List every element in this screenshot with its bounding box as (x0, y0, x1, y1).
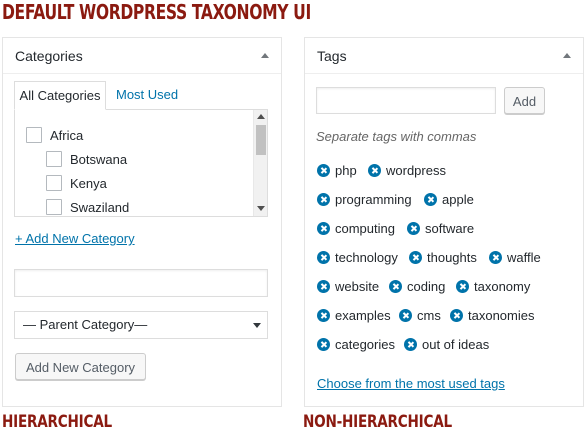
scroll-up-icon[interactable] (257, 114, 265, 119)
categories-panel-title: Categories (15, 48, 83, 64)
page-headline: DEFAULT WORDPRESS TAXONOMY UI (2, 0, 311, 24)
remove-tag-icon[interactable] (389, 280, 402, 293)
category-label: Africa (50, 128, 84, 143)
tag-label: apple (442, 192, 474, 207)
remove-tag-icon[interactable] (404, 338, 417, 351)
remove-tag-icon[interactable] (368, 164, 381, 177)
remove-tag-icon[interactable] (399, 309, 412, 322)
category-checklist: Africa Botswana Kenya Swaziland (14, 109, 268, 217)
parent-category-select[interactable]: — Parent Category— (14, 311, 268, 339)
choose-most-used-tags-link[interactable]: Choose from the most used tags (317, 376, 505, 391)
remove-tag-icon[interactable] (317, 164, 330, 177)
category-checkbox[interactable] (26, 127, 42, 143)
tags-panel-header[interactable]: Tags (305, 38, 583, 74)
add-new-category-button[interactable]: Add New Category (15, 353, 146, 380)
category-checkbox[interactable] (46, 151, 62, 167)
remove-tag-icon[interactable] (456, 280, 469, 293)
categories-panel-header[interactable]: Categories (3, 38, 281, 74)
collapse-toggle-icon[interactable] (563, 53, 571, 58)
remove-tag-icon[interactable] (317, 338, 330, 351)
hierarchical-caption: HIERARCHICAL (2, 412, 112, 432)
tag-hint-text: Separate tags with commas (316, 129, 477, 144)
category-checkbox[interactable] (46, 199, 62, 215)
tag-input[interactable] (316, 87, 496, 114)
add-new-category-link[interactable]: + Add New Category (15, 231, 135, 246)
remove-tag-icon[interactable] (317, 280, 330, 293)
tag-label: software (425, 221, 475, 236)
tag-label: technology (335, 250, 398, 265)
tag-label: website (335, 279, 380, 294)
tag-label: out of ideas (422, 337, 490, 352)
tab-all-categories[interactable]: All Categories (14, 81, 106, 110)
tag-label: cms (417, 308, 441, 323)
category-checkbox[interactable] (46, 175, 62, 191)
add-tag-button[interactable]: Add (504, 87, 545, 114)
remove-tag-icon[interactable] (317, 193, 330, 206)
category-label: Kenya (70, 176, 107, 191)
tag-label: taxonomy (474, 279, 531, 294)
remove-tag-icon[interactable] (317, 251, 330, 264)
tab-most-used[interactable]: Most Used (116, 81, 178, 110)
tag-label: wordpress (386, 163, 446, 178)
category-label: Botswana (70, 152, 128, 167)
tag-label: categories (335, 337, 395, 352)
remove-tag-icon[interactable] (407, 222, 420, 235)
category-label: Swaziland (70, 200, 130, 215)
parent-category-selected: — Parent Category— (23, 317, 148, 332)
scrollbar-thumb[interactable] (256, 125, 266, 155)
collapse-toggle-icon[interactable] (261, 53, 269, 58)
chevron-down-icon (253, 323, 261, 328)
tag-label: php (335, 163, 357, 178)
remove-tag-icon[interactable] (317, 222, 330, 235)
remove-tag-icon[interactable] (424, 193, 437, 206)
tag-label: examples (335, 308, 391, 323)
tag-label: thoughts (427, 250, 477, 265)
tag-label: coding (407, 279, 446, 294)
remove-tag-icon[interactable] (450, 309, 463, 322)
remove-tag-icon[interactable] (489, 251, 502, 264)
tag-label: programming (335, 192, 412, 207)
remove-tag-icon[interactable] (409, 251, 422, 264)
tag-label: taxonomies (468, 308, 535, 323)
tag-label: waffle (507, 250, 541, 265)
tags-panel-title: Tags (317, 48, 347, 64)
scroll-down-icon[interactable] (257, 206, 265, 211)
remove-tag-icon[interactable] (317, 309, 330, 322)
new-category-input[interactable] (14, 269, 268, 297)
non-hierarchical-caption: NON-HIERARCHICAL (303, 412, 452, 432)
checklist-scrollbar[interactable] (253, 110, 267, 216)
tag-label: computing (335, 221, 395, 236)
